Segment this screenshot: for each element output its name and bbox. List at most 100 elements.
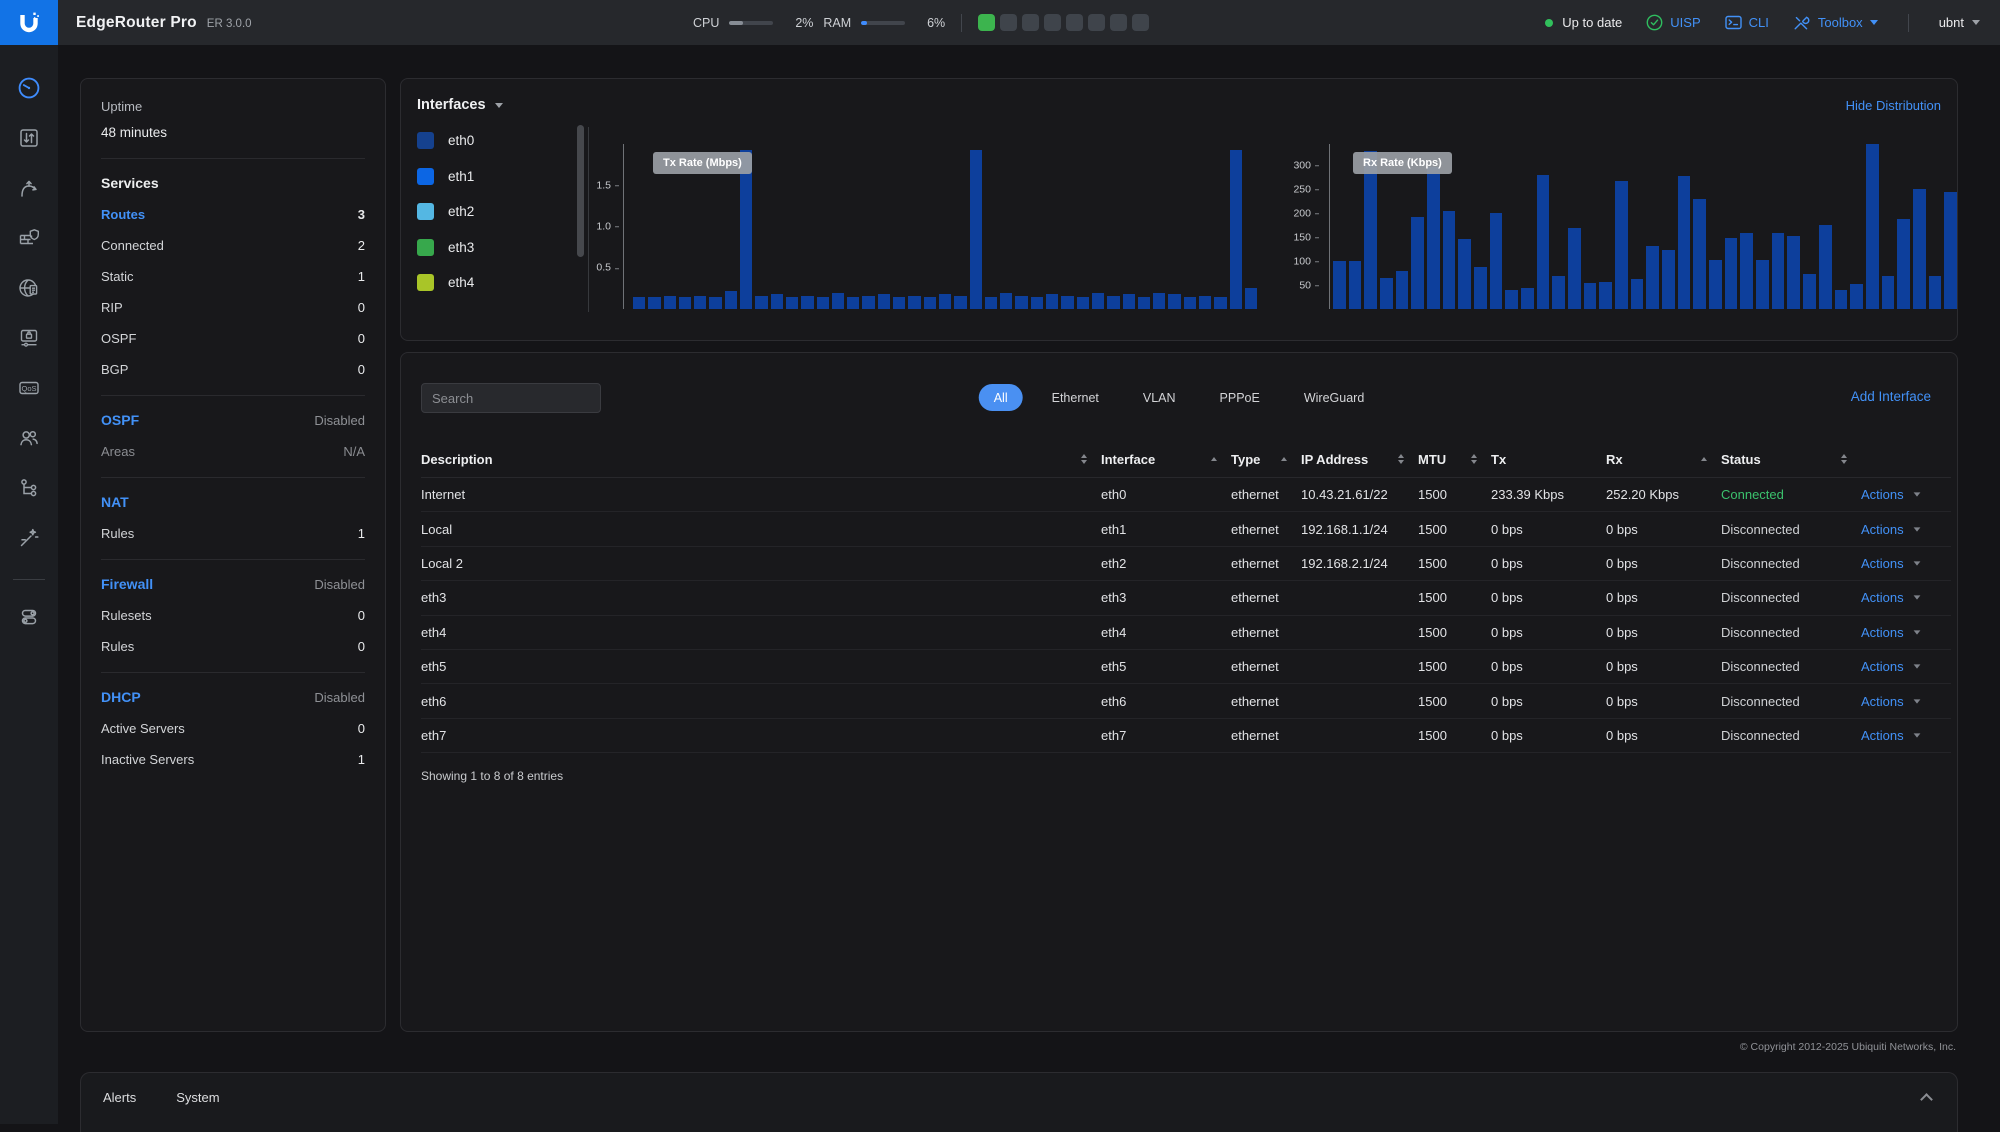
actions-dropdown[interactable]: Actions <box>1861 728 1951 743</box>
tab-alerts[interactable]: Alerts <box>103 1090 136 1105</box>
sidebar-item-routing[interactable] <box>7 165 51 215</box>
add-interface-button[interactable]: Add Interface <box>1851 389 1931 404</box>
stat-value: N/A <box>343 444 365 459</box>
column-label: MTU <box>1418 452 1446 467</box>
sidebar-item-interfaces[interactable] <box>7 115 51 165</box>
stat-row: Rules0 <box>101 639 365 654</box>
actions-dropdown[interactable]: Actions <box>1861 694 1951 709</box>
cell-mtu: 1500 <box>1418 625 1491 640</box>
actions-dropdown[interactable]: Actions <box>1861 487 1951 502</box>
search-input[interactable] <box>421 383 601 413</box>
column-header-mtu[interactable]: MTU <box>1418 452 1491 467</box>
chart-bar <box>1245 288 1257 309</box>
sidebar-item-dashboard[interactable] <box>7 65 51 115</box>
chart-bar <box>1427 167 1440 309</box>
table-summary: Showing 1 to 8 of 8 entries <box>421 769 563 783</box>
dashboard-icon <box>16 75 42 106</box>
actions-label: Actions <box>1861 625 1904 640</box>
section-title[interactable]: NAT <box>101 494 129 510</box>
chart-bar <box>1153 293 1165 310</box>
legend-label: eth0 <box>448 133 474 148</box>
sidebar-item-firewall[interactable] <box>7 215 51 265</box>
column-header-status[interactable]: Status <box>1721 452 1861 467</box>
interfaces-dropdown[interactable]: Interfaces <box>417 97 503 113</box>
column-header-tx[interactable]: Tx <box>1491 452 1606 467</box>
legend-item-eth4[interactable]: eth4 <box>417 265 569 301</box>
cli-button[interactable]: CLI <box>1725 15 1769 30</box>
legend-item-eth3[interactable]: eth3 <box>417 230 569 266</box>
cell-description: eth3 <box>421 590 1101 605</box>
filter-pill-ethernet[interactable]: Ethernet <box>1037 384 1114 411</box>
filter-pill-all[interactable]: All <box>979 384 1023 411</box>
section-title[interactable]: DHCP <box>101 689 141 705</box>
stat-label: Connected <box>101 238 164 253</box>
stat-row: Connected2 <box>101 238 365 253</box>
chart-bar <box>755 296 767 309</box>
status-badge: Disconnected <box>1721 625 1861 640</box>
status-badge: Disconnected <box>1721 522 1861 537</box>
ram-value: 6% <box>915 16 945 30</box>
legend-item-eth0[interactable]: eth0 <box>417 123 569 159</box>
user-menu[interactable]: ubnt <box>1939 15 1980 30</box>
sidebar-item-config-tree[interactable] <box>7 465 51 515</box>
stat-label[interactable]: Routes <box>101 207 145 222</box>
filter-pill-pppoe[interactable]: PPPoE <box>1205 384 1275 411</box>
section-title[interactable]: OSPF <box>101 412 139 428</box>
table-body: Interneteth0ethernet10.43.21.61/22150023… <box>421 478 1951 753</box>
toolbox-menu[interactable]: Toolbox <box>1793 15 1878 31</box>
sort-icon <box>1211 457 1217 461</box>
cell-rx: 0 bps <box>1606 694 1721 709</box>
column-header-ip-address[interactable]: IP Address <box>1301 452 1418 467</box>
section-title[interactable]: Firewall <box>101 576 153 592</box>
actions-dropdown[interactable]: Actions <box>1861 556 1951 571</box>
section-divider <box>101 158 365 159</box>
column-label: Rx <box>1606 452 1623 467</box>
sidebar-item-qos[interactable]: QoS <box>7 365 51 415</box>
chart-bar <box>908 296 920 309</box>
cell-mtu: 1500 <box>1418 522 1491 537</box>
chart-bar <box>1584 283 1597 309</box>
tab-system[interactable]: System <box>176 1090 219 1105</box>
ubiquiti-logo[interactable] <box>0 0 58 45</box>
cell-tx: 0 bps <box>1491 522 1606 537</box>
hide-distribution-link[interactable]: Hide Distribution <box>1846 98 1941 113</box>
legend-item-eth1[interactable]: eth1 <box>417 159 569 195</box>
stat-row: Routes3 <box>101 207 365 222</box>
cli-label: CLI <box>1749 15 1769 30</box>
legend-label: eth3 <box>448 240 474 255</box>
actions-dropdown[interactable]: Actions <box>1861 625 1951 640</box>
chart-bar <box>1772 233 1785 309</box>
sidebar-item-nat[interactable] <box>7 265 51 315</box>
filter-pill-wireguard[interactable]: WireGuard <box>1289 384 1379 411</box>
cell-tx: 0 bps <box>1491 556 1606 571</box>
legend-item-eth2[interactable]: eth2 <box>417 194 569 230</box>
cell-rx: 0 bps <box>1606 556 1721 571</box>
type-filter-pills: All Ethernet VLAN PPPoE WireGuard <box>979 384 1380 411</box>
chevron-down-icon <box>1913 630 1920 634</box>
cell-interface: eth5 <box>1101 659 1231 674</box>
chart-bar <box>1929 276 1942 309</box>
column-header-description[interactable]: Description <box>421 452 1101 467</box>
chart-bar <box>1490 213 1503 309</box>
sidebar-item-services[interactable] <box>7 315 51 365</box>
page-title: EdgeRouter Pro <box>76 14 197 32</box>
actions-label: Actions <box>1861 522 1904 537</box>
sidebar-item-system[interactable] <box>7 594 51 644</box>
cell-interface: eth7 <box>1101 728 1231 743</box>
column-header-rx[interactable]: Rx <box>1606 452 1721 467</box>
chart-bar <box>862 296 874 309</box>
sidebar-item-wizards[interactable] <box>7 515 51 565</box>
chart-bar <box>1537 175 1550 309</box>
column-header-interface[interactable]: Interface <box>1101 452 1231 467</box>
system-icon <box>17 605 41 634</box>
actions-dropdown[interactable]: Actions <box>1861 590 1951 605</box>
chart-panel-header: Interfaces Hide Distribution <box>417 97 1941 113</box>
actions-dropdown[interactable]: Actions <box>1861 659 1951 674</box>
uisp-button[interactable]: UISP <box>1646 14 1700 31</box>
ram-meter <box>861 21 905 25</box>
chart-bar <box>1866 144 1879 309</box>
column-header-type[interactable]: Type <box>1231 452 1301 467</box>
actions-dropdown[interactable]: Actions <box>1861 522 1951 537</box>
sidebar-item-users[interactable] <box>7 415 51 465</box>
filter-pill-vlan[interactable]: VLAN <box>1128 384 1191 411</box>
